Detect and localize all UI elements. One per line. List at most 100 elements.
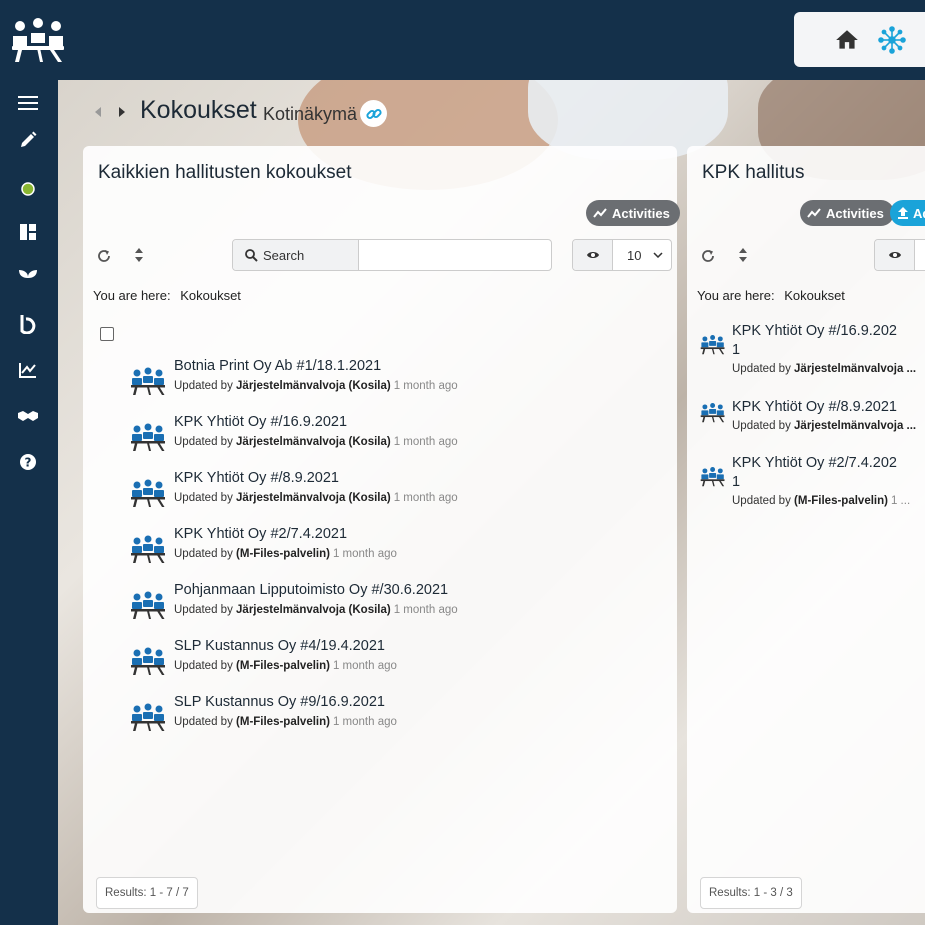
meeting-icon — [130, 422, 166, 452]
breadcrumb: You are here: Kokoukset — [697, 288, 845, 303]
results-count: Results: 1 - 7 / 7 — [96, 877, 198, 909]
updated-by-label: Updated by — [732, 363, 791, 375]
top-actions — [794, 12, 925, 67]
updated-by-label: Updated by — [174, 380, 233, 392]
page-title: Kokoukset — [140, 96, 257, 124]
dashboard-icon[interactable] — [15, 219, 41, 245]
breadcrumb-link[interactable]: Kokoukset — [180, 288, 241, 303]
item-title[interactable]: Pohjanmaan Lipputoimisto Oy #/30.6.2021 — [174, 582, 448, 598]
page-subtitle: Kotinäkymä — [263, 104, 358, 124]
updated-by-user: Järjestelmänvalvoja (Kosila) — [236, 492, 391, 504]
item-meta: Updated by Järjestelmänvalvoja (Kosila) 1… — [174, 492, 458, 504]
item-title[interactable]: KPK Yhtiöt Oy #/8.9.2021 — [174, 470, 339, 486]
sidebar: ? — [0, 80, 58, 925]
home-icon[interactable] — [834, 27, 860, 53]
updated-by-user: Järjestelmänvalvoja (Kosila) — [236, 604, 391, 616]
sort-icon[interactable] — [131, 247, 147, 263]
updated-by-user: Järjestelmänvalvoja ... — [794, 420, 917, 432]
list-item[interactable]: KPK Yhtiöt Oy #/8.9.2021 Updated by Järje… — [130, 470, 650, 520]
item-meta: Updated by Järjestelmänvalvoja (Kosila) 1… — [174, 436, 458, 448]
item-title[interactable]: KPK Yhtiöt Oy #2/7.4.2021 — [732, 454, 897, 492]
updated-by-user: Järjestelmänvalvoja (Kosila) — [236, 380, 391, 392]
sort-icon[interactable] — [735, 247, 751, 263]
search-icon — [245, 248, 258, 262]
item-title-line2: 1 — [732, 342, 741, 358]
network-icon[interactable] — [878, 26, 906, 54]
item-title[interactable]: SLP Kustannus Oy #4/19.4.2021 — [174, 638, 385, 654]
chevron-down-icon — [653, 252, 663, 258]
b-logo-icon[interactable] — [15, 311, 41, 337]
breadcrumb-label: You are here: — [697, 288, 775, 303]
status-dot-icon[interactable] — [15, 176, 41, 202]
activities-button[interactable]: Activities — [800, 200, 894, 226]
item-meta: Updated by (M-Files-palvelin) 1 ... — [732, 495, 910, 507]
item-title[interactable]: SLP Kustannus Oy #9/16.9.2021 — [174, 694, 385, 710]
item-title[interactable]: KPK Yhtiöt Oy #/16.9.2021 — [174, 414, 347, 430]
eye-icon[interactable] — [875, 240, 915, 270]
add-label: Ad — [913, 205, 925, 221]
link-icon — [365, 108, 382, 119]
panel-kpk-board: KPK hallitus Activities Ad You are here:… — [687, 146, 925, 913]
sprout-icon[interactable] — [15, 264, 41, 290]
list-item[interactable]: KPK Yhtiöt Oy #/16.9.2021 Updated by Järj… — [700, 322, 925, 392]
chart-icon[interactable] — [15, 357, 41, 383]
search-input[interactable] — [359, 240, 551, 270]
meeting-icon — [700, 466, 725, 487]
handshake-icon[interactable] — [15, 403, 41, 429]
meeting-icon — [700, 334, 725, 355]
list-item[interactable]: KPK Yhtiöt Oy #2/7.4.2021 Updated by (M-F… — [130, 526, 650, 576]
list-item[interactable]: KPK Yhtiöt Oy #/16.9.2021 Updated by Järj… — [130, 414, 650, 464]
panel-title: KPK hallitus — [702, 162, 805, 183]
updated-by-label: Updated by — [732, 495, 791, 507]
meeting-icon — [130, 590, 166, 620]
list-item[interactable]: Pohjanmaan Lipputoimisto Oy #/30.6.2021 U… — [130, 582, 650, 632]
item-title[interactable]: KPK Yhtiöt Oy #/8.9.2021 — [732, 398, 897, 417]
svg-text:?: ? — [25, 456, 32, 470]
list-item[interactable]: KPK Yhtiöt Oy #2/7.4.2021 Updated by (M-F… — [700, 454, 925, 524]
list-item[interactable]: KPK Yhtiöt Oy #/8.9.2021 Updated by Järje… — [700, 398, 925, 448]
meeting-icon — [130, 702, 166, 732]
panel-title: Kaikkien hallitusten kokoukset — [98, 162, 352, 183]
activities-label: Activities — [826, 205, 884, 221]
help-icon[interactable]: ? — [15, 449, 41, 475]
updated-by-label: Updated by — [174, 548, 233, 560]
list-item[interactable]: Botnia Print Oy Ab #1/18.1.2021 Updated b… — [130, 358, 650, 408]
pencil-icon[interactable] — [15, 127, 41, 153]
item-title[interactable]: Botnia Print Oy Ab #1/18.1.2021 — [174, 358, 381, 374]
nav-forward-icon[interactable] — [116, 104, 128, 120]
page-size-select[interactable]: 10 — [613, 240, 671, 270]
breadcrumb: You are here: Kokoukset — [93, 288, 241, 303]
select-all-checkbox[interactable] — [100, 327, 114, 341]
meeting-people-logo-icon[interactable] — [10, 16, 66, 64]
item-meta: Updated by Järjestelmänvalvoja (Kosila) 1… — [174, 380, 458, 392]
updated-ago: 1 month ago — [332, 660, 397, 672]
search-box: Search — [232, 239, 552, 271]
item-title[interactable]: KPK Yhtiöt Oy #/16.9.2021 — [732, 322, 897, 360]
item-meta: Updated by Järjestelmänvalvoja ... — [732, 363, 916, 375]
updated-by-label: Updated by — [174, 604, 233, 616]
list-item[interactable]: SLP Kustannus Oy #9/16.9.2021 Updated by … — [130, 694, 650, 744]
item-meta: Updated by (M-Files-palvelin) 1 month ago — [174, 548, 397, 560]
view-control — [874, 239, 925, 271]
activities-button[interactable]: Activities — [586, 200, 680, 226]
nav-back-icon[interactable] — [92, 104, 104, 120]
eye-icon[interactable] — [573, 240, 613, 270]
updated-by-user: (M-Files-palvelin) — [236, 716, 330, 728]
item-meta: Updated by Järjestelmänvalvoja (Kosila) 1… — [174, 604, 458, 616]
item-title-line1: KPK Yhtiöt Oy #/8.9.2021 — [732, 399, 897, 415]
updated-by-user: Järjestelmänvalvoja ... — [794, 363, 917, 375]
breadcrumb-link[interactable]: Kokoukset — [784, 288, 845, 303]
updated-ago: 1 month ago — [332, 716, 397, 728]
search-label: Search — [263, 247, 305, 263]
add-button[interactable]: Ad — [890, 200, 925, 226]
refresh-icon[interactable] — [700, 248, 716, 264]
refresh-icon[interactable] — [96, 248, 112, 264]
item-title[interactable]: KPK Yhtiöt Oy #2/7.4.2021 — [174, 526, 347, 542]
link-button[interactable] — [360, 100, 387, 127]
updated-ago: 1 ... — [890, 495, 911, 507]
updated-by-user: (M-Files-palvelin) — [236, 548, 330, 560]
meeting-icon — [130, 534, 166, 564]
menu-icon[interactable] — [15, 90, 41, 116]
list-item[interactable]: SLP Kustannus Oy #4/19.4.2021 Updated by … — [130, 638, 650, 688]
updated-ago: 1 month ago — [393, 436, 458, 448]
